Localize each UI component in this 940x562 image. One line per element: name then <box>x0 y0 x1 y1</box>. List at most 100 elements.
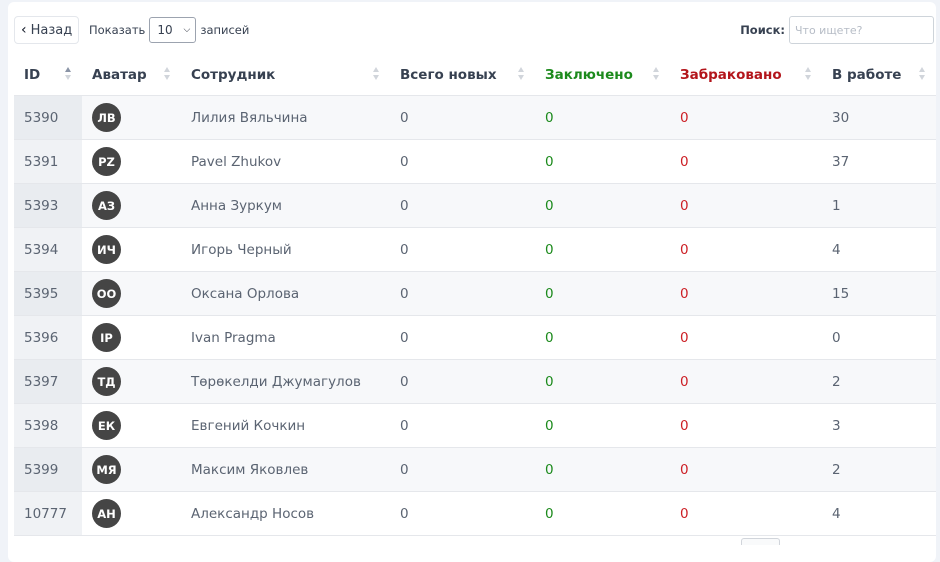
in-progress-cell: 2 <box>822 447 936 492</box>
in-progress-cell: 2 <box>822 359 936 404</box>
employee-name-cell: Төрөкелди Джумагулов <box>181 359 390 404</box>
rejected-cell: 0 <box>670 403 822 448</box>
column-header-label: Аватар <box>92 67 147 83</box>
column-header-total-new[interactable]: Всего новых <box>390 55 535 96</box>
closed-cell: 0 <box>535 95 670 140</box>
back-button[interactable]: ‹ Назад <box>14 16 80 44</box>
search-control: Поиск: <box>740 16 934 44</box>
sort-icon <box>373 67 380 83</box>
in-progress-cell: 3 <box>822 403 936 448</box>
column-header-avatar[interactable]: Аватар <box>82 55 181 96</box>
rejected-cell: 0 <box>670 139 822 184</box>
avatar-cell: ЛВ <box>82 95 181 140</box>
total-new-cell: 0 <box>390 227 535 272</box>
id-cell: 5398 <box>14 403 82 448</box>
avatar-cell: PZ <box>82 139 181 184</box>
table-row[interactable]: 5399 МЯ Максим Яковлев 0 0 0 2 <box>14 447 936 492</box>
entries-label: записей <box>200 23 250 37</box>
avatar-cell: АН <box>82 491 181 536</box>
closed-cell: 0 <box>535 315 670 360</box>
table-row[interactable]: 5396 IP Ivan Pragma 0 0 0 0 <box>14 315 936 360</box>
avatar-cell: ОО <box>82 271 181 316</box>
total-new-cell: 0 <box>390 95 535 140</box>
in-progress-cell: 15 <box>822 271 936 316</box>
column-header-label: В работе <box>832 67 902 83</box>
closed-cell: 0 <box>535 139 670 184</box>
column-header-label: Забраковано <box>680 67 782 83</box>
avatar: МЯ <box>92 455 121 484</box>
sort-icon <box>653 67 660 83</box>
in-progress-cell: 37 <box>822 139 936 184</box>
closed-cell: 0 <box>535 183 670 228</box>
back-button-label: Назад <box>30 22 73 38</box>
column-header-label: Заключено <box>545 67 633 83</box>
page-size-value: 10 <box>157 23 173 37</box>
closed-cell: 0 <box>535 271 670 316</box>
search-label: Поиск: <box>740 23 785 37</box>
id-cell: 5390 <box>14 95 82 140</box>
avatar: ЕК <box>92 411 121 440</box>
table-row[interactable]: 5391 PZ Pavel Zhukov 0 0 0 37 <box>14 139 936 184</box>
avatar: IP <box>92 323 121 352</box>
column-header-closed[interactable]: Заключено <box>535 55 670 96</box>
employee-name-cell: Игорь Черный <box>181 227 390 272</box>
avatar: PZ <box>92 147 121 176</box>
id-cell: 10777 <box>14 491 82 536</box>
rejected-cell: 0 <box>670 227 822 272</box>
column-header-employee[interactable]: Сотрудник <box>181 55 390 96</box>
employee-name-cell: Ivan Pragma <box>181 315 390 360</box>
total-new-cell: 0 <box>390 139 535 184</box>
avatar: ТД <box>92 367 121 396</box>
closed-cell: 0 <box>535 491 670 536</box>
employee-name-cell: Pavel Zhukov <box>181 139 390 184</box>
total-new-cell: 0 <box>390 359 535 404</box>
table-row[interactable]: 5394 ИЧ Игорь Черный 0 0 0 4 <box>14 227 936 272</box>
avatar: ОО <box>92 279 121 308</box>
rejected-cell: 0 <box>670 95 822 140</box>
rejected-cell: 0 <box>670 183 822 228</box>
in-progress-cell: 0 <box>822 315 936 360</box>
table-header-row: ID Аватар Сотрудник Всего новых Заключен… <box>14 55 936 96</box>
employee-name-cell: Оксана Орлова <box>181 271 390 316</box>
search-input[interactable] <box>789 16 934 44</box>
total-new-cell: 0 <box>390 271 535 316</box>
column-header-rejected[interactable]: Забраковано <box>670 55 822 96</box>
page-size-select[interactable]: 10 ⌵ <box>149 17 197 43</box>
sort-icon <box>919 67 926 83</box>
in-progress-cell: 1 <box>822 183 936 228</box>
avatar-cell: МЯ <box>82 447 181 492</box>
table-row[interactable]: 5393 АЗ Анна Зуркум 0 0 0 1 <box>14 183 936 228</box>
total-new-cell: 0 <box>390 315 535 360</box>
sort-icon <box>518 67 525 83</box>
rejected-cell: 0 <box>670 447 822 492</box>
table-row[interactable]: 5397 ТД Төрөкелди Джумагулов 0 0 0 2 <box>14 359 936 404</box>
table-toolbar: ‹ Назад Показать 10 ⌵ записей Поиск: <box>14 16 934 46</box>
chevron-down-icon: ⌵ <box>183 25 191 35</box>
closed-cell: 0 <box>535 227 670 272</box>
employee-name-cell: Евгений Кочкин <box>181 403 390 448</box>
closed-cell: 0 <box>535 403 670 448</box>
employee-name-cell: Анна Зуркум <box>181 183 390 228</box>
table-row[interactable]: 5395 ОО Оксана Орлова 0 0 0 15 <box>14 271 936 316</box>
avatar-cell: ИЧ <box>82 227 181 272</box>
sort-icon <box>164 67 171 83</box>
employee-name-cell: Лилия Вяльчина <box>181 95 390 140</box>
rejected-cell: 0 <box>670 271 822 316</box>
total-new-cell: 0 <box>390 403 535 448</box>
id-cell: 5396 <box>14 315 82 360</box>
table-row[interactable]: 5390 ЛВ Лилия Вяльчина 0 0 0 30 <box>14 95 936 140</box>
avatar-cell: ТД <box>82 359 181 404</box>
rejected-cell: 0 <box>670 359 822 404</box>
table-row[interactable]: 5398 ЕК Евгений Кочкин 0 0 0 3 <box>14 403 936 448</box>
column-header-in-progress[interactable]: В работе <box>822 55 936 96</box>
column-header-label: Сотрудник <box>191 67 276 83</box>
column-header-id[interactable]: ID <box>14 55 82 96</box>
pagination-button-fragment[interactable] <box>741 538 780 545</box>
id-cell: 5399 <box>14 447 82 492</box>
column-header-label: Всего новых <box>400 67 497 83</box>
id-cell: 5397 <box>14 359 82 404</box>
sort-icon <box>65 67 72 83</box>
rejected-cell: 0 <box>670 315 822 360</box>
table-row[interactable]: 10777 АН Александр Носов 0 0 0 4 <box>14 491 936 536</box>
avatar-cell: IP <box>82 315 181 360</box>
